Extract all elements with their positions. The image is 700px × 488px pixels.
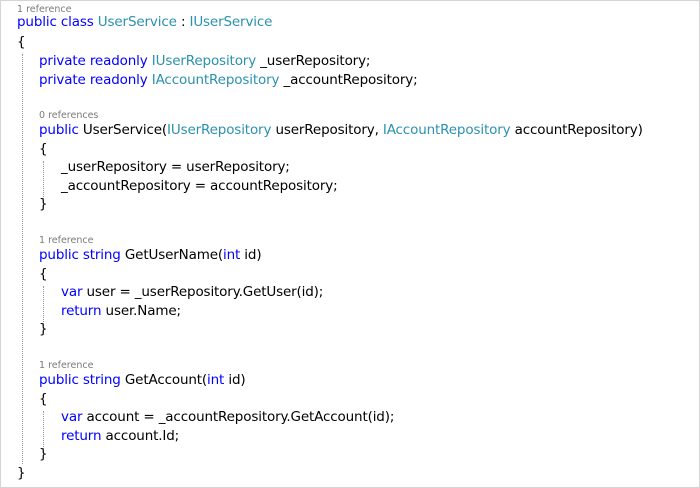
indent-guide-class [22, 54, 23, 464]
keyword: var [61, 409, 83, 425]
punctuation: : [176, 14, 190, 30]
ctor-open-brace: { [39, 141, 48, 157]
type-name: IUserRepository [151, 53, 257, 69]
class-declaration-line: public class UserService : IUserService [17, 13, 272, 32]
ctor-assign-account-repository: _accountRepository = accountRepository; [61, 178, 338, 194]
parameter: userRepository, [271, 122, 383, 138]
type-name: IAccountRepository [151, 72, 280, 88]
ctor-assign-user-repository: _userRepository = userRepository; [61, 159, 290, 175]
ctor-close-brace: } [39, 196, 48, 212]
keyword: int [223, 247, 241, 263]
class-open-brace: { [17, 34, 26, 50]
statement: account.Id; [101, 428, 180, 444]
statement: user = _userRepository.GetUser(id); [82, 284, 324, 300]
identifier: _accountRepository; [279, 72, 418, 88]
code-editor[interactable]: 1 reference public class UserService : I… [0, 0, 700, 488]
keyword: private readonly [39, 53, 148, 69]
type-name: IUserRepository [167, 122, 272, 138]
keyword: return [61, 303, 102, 319]
field-account-repository-line: private readonly IAccountRepository _acc… [39, 71, 418, 90]
parameter: accountRepository) [510, 122, 643, 138]
identifier: _userRepository; [256, 53, 371, 69]
type-name: IAccountRepository [382, 122, 511, 138]
getusername-var-statement: var user = _userRepository.GetUser(id); [61, 283, 323, 302]
keyword: return [61, 428, 102, 444]
keyword: public string [39, 372, 121, 388]
getaccount-close-brace: } [39, 446, 48, 462]
getusername-return-statement: return user.Name; [61, 302, 181, 321]
getaccount-var-statement: var account = _accountRepository.GetAcco… [61, 408, 394, 427]
class-name: UserService [97, 14, 177, 30]
keyword: int [207, 372, 225, 388]
statement: user.Name; [101, 303, 182, 319]
constructor-name: UserService( [78, 122, 167, 138]
class-close-brace: } [17, 465, 26, 481]
getaccount-return-statement: return account.Id; [61, 427, 179, 446]
interface-name: IUserService [189, 14, 273, 30]
getusername-signature-line: public string GetUserName(int id) [39, 246, 262, 265]
parameter: id) [224, 372, 246, 388]
getaccount-signature-line: public string GetAccount(int id) [39, 371, 246, 390]
parameter: id) [240, 247, 262, 263]
statement: account = _accountRepository.GetAccount(… [82, 409, 395, 425]
method-name: GetUserName( [120, 247, 223, 263]
keyword: var [61, 284, 83, 300]
getaccount-open-brace: { [39, 391, 48, 407]
keyword: public [39, 122, 79, 138]
keyword: public string [39, 247, 121, 263]
getusername-close-brace: } [39, 321, 48, 337]
constructor-signature-line: public UserService(IUserRepository userR… [39, 121, 643, 140]
keyword: public class [17, 14, 94, 30]
keyword: private readonly [39, 72, 148, 88]
field-user-repository-line: private readonly IUserRepository _userRe… [39, 52, 370, 71]
method-name: GetAccount( [120, 372, 208, 388]
getusername-open-brace: { [39, 266, 48, 282]
